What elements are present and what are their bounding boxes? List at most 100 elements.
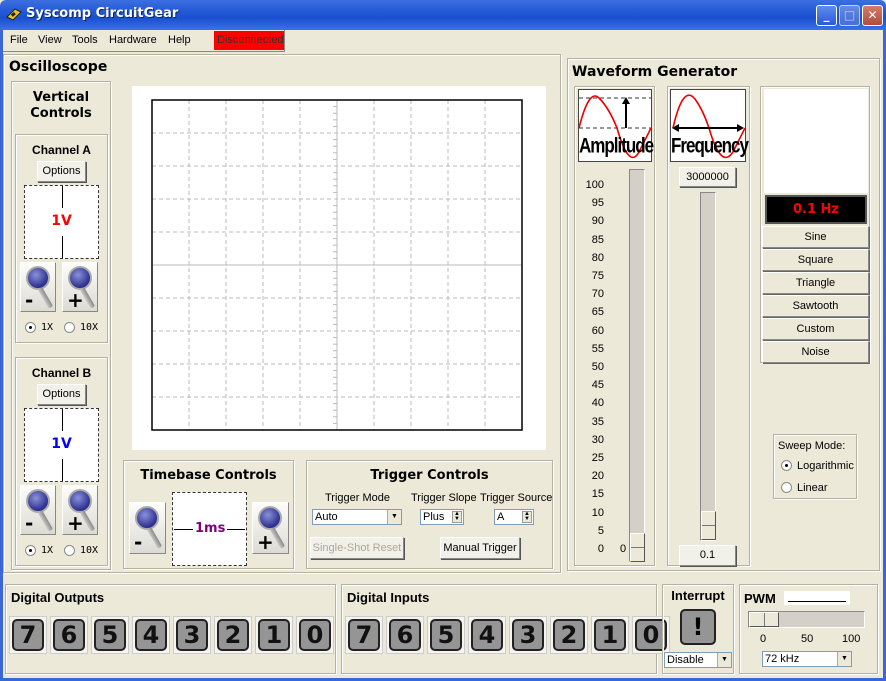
menu-help[interactable]: Help — [168, 34, 191, 46]
frequency-slider-track[interactable] — [700, 192, 716, 541]
frequency-icon-label: Frequency — [671, 133, 749, 158]
amplitude-scale-label: 10 — [591, 506, 604, 519]
maximize-button[interactable]: □ — [839, 5, 860, 26]
menu-tools[interactable]: Tools — [72, 34, 98, 46]
waveform-preview — [764, 89, 868, 193]
timebase-display: 1ms — [172, 492, 247, 566]
frequency-icon: Frequency — [670, 89, 749, 162]
channel-a-zoom-out-button[interactable]: - — [20, 262, 56, 312]
menu-hardware[interactable]: Hardware — [109, 34, 157, 46]
arrow-down-icon — [61, 459, 63, 481]
pwm-slider-thumb[interactable] — [749, 612, 779, 627]
trigger-mode-select[interactable]: Auto ▼ — [312, 509, 402, 525]
channel-b-zoom-in-button[interactable]: + — [62, 485, 98, 535]
oscilloscope-title: Oscilloscope — [9, 59, 108, 75]
channel-b-probe-10x-radio[interactable] — [64, 545, 75, 556]
waveform-sine-button[interactable]: Sine — [762, 226, 869, 248]
digital-output-bit-1-button[interactable]: 1 — [255, 616, 293, 654]
digital-input-bit-3-button[interactable]: 3 — [509, 616, 547, 654]
channel-b-scale-display: 1V — [24, 408, 99, 482]
channel-a-probe-10x-label: 10X — [80, 322, 99, 333]
digital-output-bit-3-button[interactable]: 3 — [173, 616, 211, 654]
magnifier-icon — [26, 266, 50, 290]
timebase-zoom-in-button[interactable]: + — [252, 502, 289, 554]
minus-icon: - — [25, 511, 34, 535]
channel-b-probe-1x-label: 1X — [41, 545, 54, 556]
frequency-slider-thumb[interactable] — [701, 511, 716, 540]
digital-input-bit-4-button[interactable]: 4 — [468, 616, 506, 654]
sweep-linear-radio[interactable] — [781, 482, 792, 493]
channel-b-options-button[interactable]: Options — [37, 384, 86, 405]
frequency-readout: 0.1 Hz — [765, 195, 867, 224]
timebase-controls-title: Timebase Controls — [140, 468, 277, 483]
channel-b-probe-1x-radio[interactable] — [25, 545, 36, 556]
window-title: Syscomp CircuitGear — [26, 6, 179, 21]
amplitude-scale-label: 45 — [591, 379, 604, 392]
timebase-zoom-out-button[interactable]: - — [129, 502, 166, 554]
amplitude-scale-label: 85 — [591, 233, 604, 246]
trigger-source-value: A — [497, 511, 505, 523]
menu-file[interactable]: File — [10, 34, 28, 46]
digital-output-bit-2-button[interactable]: 2 — [214, 616, 252, 654]
interrupt-mode-value: Disable — [667, 654, 704, 666]
channel-a-zoom-in-button[interactable]: + — [62, 262, 98, 312]
channel-a-probe-10x-radio[interactable] — [64, 322, 75, 333]
digital-input-bit-2-button[interactable]: 2 — [550, 616, 588, 654]
amplitude-scale-label: 100 — [585, 179, 604, 191]
channel-a-scale-value: 1V — [51, 213, 72, 229]
waveform-custom-button[interactable]: Custom — [762, 318, 869, 340]
dropdown-arrow-icon[interactable]: ▼ — [717, 653, 731, 667]
menu-view[interactable]: View — [38, 34, 62, 46]
amplitude-scale-label: 65 — [591, 306, 604, 319]
pwm-frequency-select[interactable]: 72 kHz ▼ — [762, 651, 852, 667]
digital-output-bit-5-button[interactable]: 5 — [91, 616, 129, 654]
dropdown-arrow-icon[interactable]: ▼ — [387, 510, 401, 524]
channel-b-probe-10x-label: 10X — [80, 545, 99, 556]
close-button[interactable]: ✕ — [862, 5, 883, 26]
frequency-min-button[interactable]: 0.1 — [679, 545, 736, 566]
trigger-source-spinner[interactable]: A ▲ ▼ — [494, 509, 534, 525]
single-shot-reset-button[interactable]: Single-Shot Reset — [310, 537, 404, 559]
digital-input-bit-6-button[interactable]: 6 — [386, 616, 424, 654]
digital-output-bit-7-button[interactable]: 7 — [9, 616, 47, 654]
arrow-up-icon — [61, 409, 63, 431]
digital-input-bit-1-button[interactable]: 1 — [591, 616, 629, 654]
amplitude-scale-label: 15 — [591, 488, 604, 501]
interrupt-mode-select[interactable]: Disable ▼ — [664, 652, 732, 668]
amplitude-slider-track[interactable] — [629, 169, 645, 562]
waveform-triangle-button[interactable]: Triangle — [762, 272, 869, 294]
spinner-arrows-icon[interactable]: ▲ ▼ — [522, 511, 532, 523]
manual-trigger-button[interactable]: Manual Trigger — [440, 537, 520, 559]
digital-output-bit-label: 1 — [258, 619, 290, 651]
frequency-max-button[interactable]: 3000000 — [679, 167, 736, 187]
channel-a-probe-1x-radio[interactable] — [25, 322, 36, 333]
channel-a-options-button[interactable]: Options — [37, 161, 86, 182]
sweep-logarithmic-label: Logarithmic — [797, 460, 854, 472]
trigger-slope-spinner[interactable]: Plus ▲ ▼ — [420, 509, 464, 525]
magnifier-icon — [68, 266, 92, 290]
interrupt-title: Interrupt — [671, 588, 725, 603]
amplitude-scale-label: 95 — [591, 197, 604, 210]
minimize-button[interactable]: _ — [816, 5, 837, 26]
dropdown-arrow-icon[interactable]: ▼ — [837, 652, 851, 666]
digital-input-bit-5-button[interactable]: 5 — [427, 616, 465, 654]
amplitude-slider-thumb[interactable] — [630, 533, 645, 562]
digital-output-bit-0-button[interactable]: 0 — [296, 616, 334, 654]
amplitude-scale-label: 90 — [591, 215, 604, 228]
channel-b-zoom-out-button[interactable]: - — [20, 485, 56, 535]
spinner-arrows-icon[interactable]: ▲ ▼ — [452, 511, 462, 523]
waveform-square-button[interactable]: Square — [762, 249, 869, 271]
waveform-sawtooth-button[interactable]: Sawtooth — [762, 295, 869, 317]
amplitude-icon-label: Amplitude — [579, 133, 654, 158]
digital-output-bit-6-button[interactable]: 6 — [50, 616, 88, 654]
amplitude-scale-label: 0 — [597, 543, 604, 555]
vertical-controls-title: Vertical Controls — [11, 90, 111, 122]
scope-display[interactable] — [132, 86, 546, 450]
amplitude-scale-label: 40 — [591, 397, 604, 410]
interrupt-indicator-icon: ! — [680, 609, 716, 645]
waveform-noise-button[interactable]: Noise — [762, 341, 869, 363]
digital-output-bit-label: 0 — [299, 619, 331, 651]
sweep-logarithmic-radio[interactable] — [781, 460, 792, 471]
digital-output-bit-4-button[interactable]: 4 — [132, 616, 170, 654]
digital-input-bit-7-button[interactable]: 7 — [345, 616, 383, 654]
